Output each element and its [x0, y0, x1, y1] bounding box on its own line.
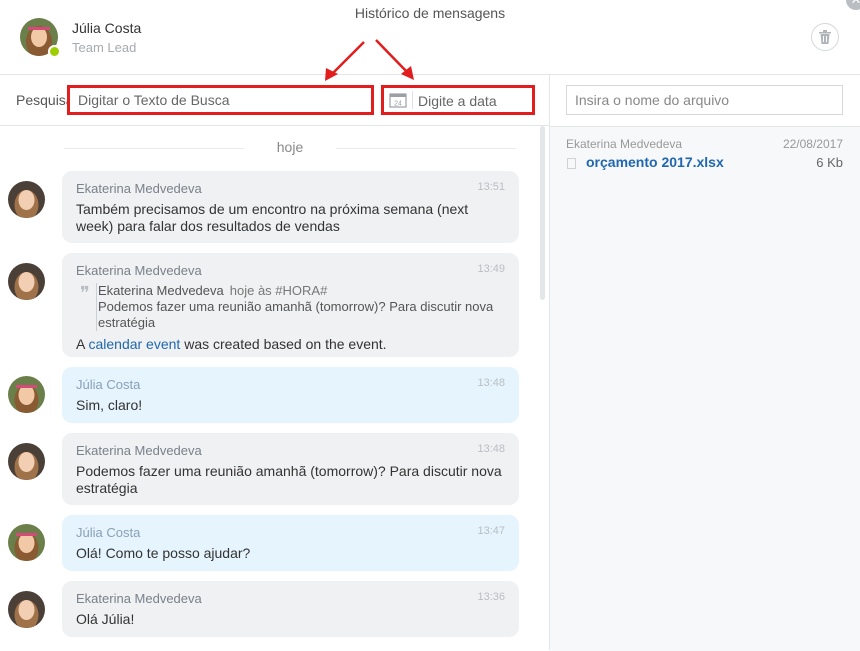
message-text: Sim, claro!	[76, 397, 143, 413]
date-divider	[412, 91, 413, 109]
message-bubble: Ekaterina Medvedeva 13:48 Podemos fazer …	[62, 433, 519, 505]
file-date: 22/08/2017	[782, 137, 843, 151]
message-author[interactable]: Júlia Costa	[76, 525, 505, 540]
message-author[interactable]: Ekaterina Medvedeva	[76, 181, 505, 196]
file-icon	[567, 158, 576, 169]
calendar-icon[interactable]: 24	[389, 92, 407, 108]
message-bubble: Ekaterina Medvedeva 13:51 Também precisa…	[62, 171, 519, 243]
window-title: Histórico de mensagens	[354, 5, 506, 21]
message-text: A calendar event was created based on th…	[76, 336, 505, 353]
quoted-message[interactable]: ❞ Ekaterina Medvedeva hoje às #HORA# Pode…	[76, 283, 505, 331]
scrollbar[interactable]	[540, 126, 545, 300]
file-size: 6 Kb	[816, 155, 843, 170]
day-label: hoje	[276, 139, 304, 155]
message-time: 13:48	[477, 443, 505, 455]
trash-icon	[819, 30, 831, 44]
message-bubble: Ekaterina Medvedeva 13:49 ❞ Ekaterina Me…	[62, 253, 519, 357]
message-author[interactable]: Júlia Costa	[76, 377, 505, 392]
contact-name[interactable]: Júlia Costa	[72, 20, 141, 36]
message-text: Olá Júlia!	[76, 611, 135, 627]
avatar[interactable]	[8, 376, 45, 413]
date-filter[interactable]: 24	[381, 85, 535, 115]
message-bubble-own: Júlia Costa 13:47 Olá! Como te posso aju…	[62, 515, 519, 571]
online-status-indicator	[48, 45, 61, 58]
search-bar: Pesquisar 24	[0, 75, 549, 126]
message-time: 13:47	[477, 525, 505, 537]
avatar[interactable]	[8, 524, 45, 561]
search-input[interactable]	[67, 85, 374, 115]
message-time: 13:51	[477, 181, 505, 193]
quote-icon: ❞	[80, 283, 90, 303]
avatar[interactable]	[8, 263, 45, 300]
message-author[interactable]: Ekaterina Medvedeva	[76, 591, 505, 606]
file-search-input[interactable]	[566, 85, 843, 115]
text-suffix: was created based on the event.	[180, 336, 387, 352]
text-prefix: A	[76, 336, 89, 352]
message-time: 13:49	[477, 263, 505, 275]
quote-text: Podemos fazer uma reunião amanhã (tomorr…	[98, 299, 494, 330]
contact-role: Team Lead	[72, 40, 137, 55]
quote-author: Ekaterina Medvedeva	[98, 283, 224, 298]
message-author[interactable]: Ekaterina Medvedeva	[76, 263, 505, 278]
quote-time: hoje às #HORA#	[229, 283, 328, 298]
message-author[interactable]: Ekaterina Medvedeva	[76, 443, 505, 458]
avatar[interactable]	[8, 591, 45, 628]
message-time: 13:36	[477, 591, 505, 603]
message-list[interactable]: hoje Ekaterina Medvedeva 13:51 Também pr…	[0, 126, 549, 650]
day-separator: hoje	[64, 138, 516, 158]
message-text: Olá! Como te posso ajudar?	[76, 545, 251, 561]
message-text: Podemos fazer uma reunião amanhã (tomorr…	[76, 463, 502, 496]
message-bubble: Ekaterina Medvedeva 13:36 Olá Júlia!	[62, 581, 519, 637]
calendar-day: 24	[394, 101, 402, 108]
message-bubble-own: Júlia Costa 13:48 Sim, claro!	[62, 367, 519, 423]
avatar[interactable]	[8, 443, 45, 480]
avatar[interactable]	[8, 181, 45, 218]
calendar-event-link[interactable]: calendar event	[88, 336, 180, 352]
file-link[interactable]: orçamento 2017.xlsx	[586, 154, 724, 170]
date-input[interactable]	[416, 88, 532, 114]
delete-history-button[interactable]	[811, 23, 839, 51]
close-icon: ✕	[851, 0, 860, 7]
message-time: 13:48	[477, 377, 505, 389]
files-panel: Ekaterina Medvedeva 22/08/2017 orçamento…	[550, 126, 860, 651]
file-sender: Ekaterina Medvedeva	[566, 137, 683, 151]
message-text: Também precisamos de um encontro na próx…	[76, 201, 469, 234]
